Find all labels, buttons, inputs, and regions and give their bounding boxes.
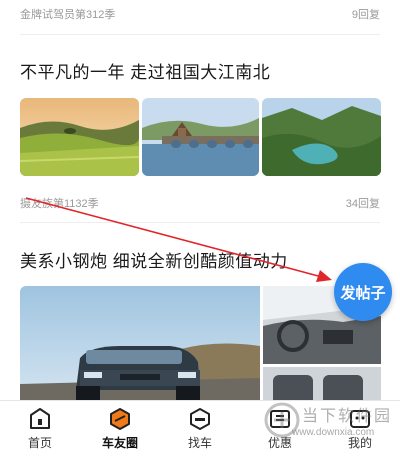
post-title[interactable]: 美系小钢炮 细说全新创酷颜值动力 [20,247,380,272]
post-author: 摄友族第1132季 [20,198,99,210]
tab-label: 找车 [187,436,212,450]
post-photo-suv-exterior[interactable] [20,286,260,410]
tab-home[interactable]: 首页 [0,401,80,459]
watermark: 当下软件园 www.downxia.com [262,400,400,450]
watermark-url: www.downxia.com [292,427,375,438]
home-icon [30,408,50,429]
post-photo-bridge[interactable] [142,98,259,176]
watermark-title: 当下软件园 [302,408,393,425]
tab-label: 车友圈 [101,436,138,450]
find-car-icon [190,408,210,430]
post-meta: 摄友族第1132季 34回复 [20,193,380,213]
post-title[interactable]: 不平凡的一年 走过祖国大江南北 [20,58,380,83]
post-author: 金牌试驾员第312季 [20,9,116,21]
post-replies: 9回复 [351,9,380,21]
post-meta: 金牌试驾员第312季 9回复 [20,4,380,24]
divider [20,222,380,223]
post-photo-countryside[interactable] [20,98,139,176]
post-photo-river-valley[interactable] [262,98,381,176]
tab-find-car[interactable]: 找车 [160,401,240,459]
tab-car-club[interactable]: 车友圈 [80,401,160,459]
car-club-icon [110,408,130,430]
post-replies: 34回复 [345,198,380,210]
divider [20,34,380,35]
new-post-button[interactable]: 发帖子 [334,263,392,321]
tab-label: 首页 [27,436,52,450]
